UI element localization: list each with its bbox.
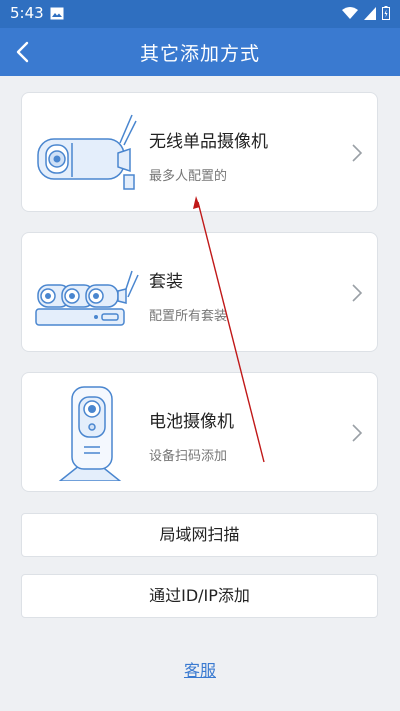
chevron-right-icon xyxy=(352,144,363,162)
customer-service-link[interactable]: 客服 xyxy=(0,657,400,681)
chevron-right-icon xyxy=(352,424,363,442)
page-title: 其它添加方式 xyxy=(139,43,260,65)
chevron-right-icon xyxy=(352,284,363,302)
option-card-kit[interactable]: 套装 配置所有套装 xyxy=(21,232,378,352)
status-bar: 5:43 xyxy=(0,0,400,28)
bullet-camera-illustration xyxy=(37,114,137,190)
nvr-kit-illustration xyxy=(35,270,139,326)
option-subtitle: 最多人配置的 xyxy=(149,169,228,184)
image-icon xyxy=(50,7,64,20)
option-title: 电池摄像机 xyxy=(149,412,234,432)
app-bar: 其它添加方式 xyxy=(0,28,400,76)
status-time: 5:43 xyxy=(10,4,44,22)
option-card-battery-camera[interactable]: 电池摄像机 设备扫码添加 xyxy=(21,372,378,492)
option-title: 无线单品摄像机 xyxy=(149,132,268,152)
wifi-icon xyxy=(342,6,358,19)
option-subtitle: 配置所有套装 xyxy=(149,309,228,324)
option-subtitle: 设备扫码添加 xyxy=(149,449,228,464)
lan-scan-button[interactable]: 局域网扫描 xyxy=(21,513,378,557)
option-title: 套装 xyxy=(149,272,183,292)
battery-icon xyxy=(382,6,390,20)
battery-camera-illustration xyxy=(58,386,122,481)
add-by-id-ip-button[interactable]: 通过ID/IP添加 xyxy=(21,574,378,618)
option-card-wireless-camera[interactable]: 无线单品摄像机 最多人配置的 xyxy=(21,92,378,212)
signal-icon xyxy=(364,6,376,20)
